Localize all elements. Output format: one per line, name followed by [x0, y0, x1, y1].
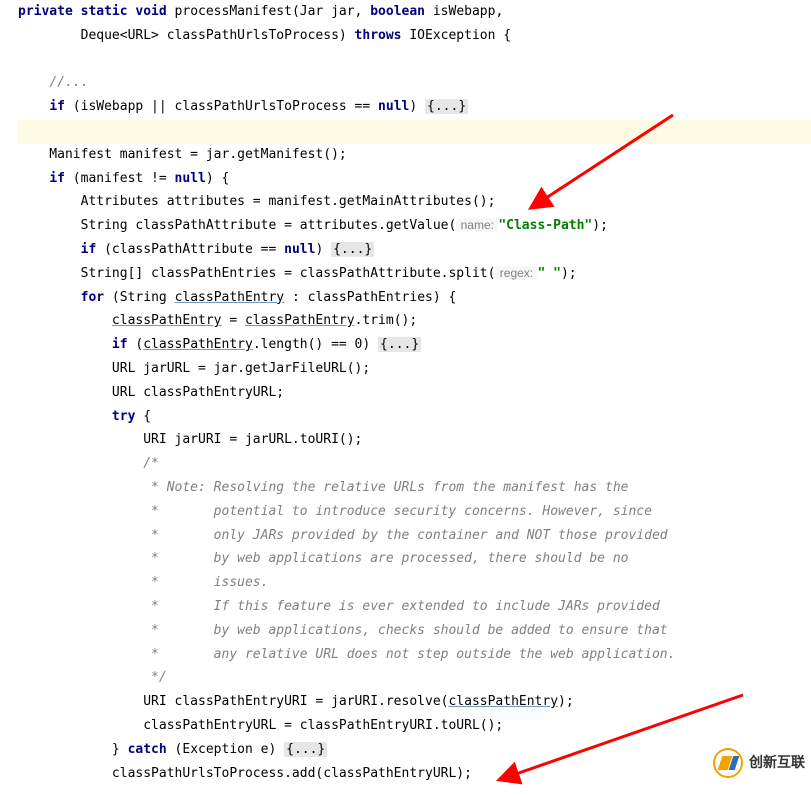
fold-marker[interactable]: {...} [425, 99, 468, 114]
code-line: * only JARs provided by the container an… [18, 528, 668, 543]
code-line: * Note: Resolving the relative URLs from… [18, 480, 628, 495]
code-line: for (String classPathEntry : classPathEn… [18, 290, 456, 305]
code-line: classPathEntry = classPathEntry.trim(); [18, 313, 417, 328]
code-line: URI jarURI = jarURL.toURI(); [18, 432, 362, 447]
param-hint: name: [456, 218, 498, 232]
code-line: * If this feature is ever extended to in… [18, 599, 660, 614]
code-line: * by web applications are processed, the… [18, 551, 628, 566]
code-line: classPathUrlsToProcess.add(classPathEntr… [18, 766, 472, 781]
code-line: } catch (Exception e) {...} [18, 742, 327, 757]
code-line: try { [18, 409, 151, 424]
fold-marker[interactable]: {...} [378, 337, 421, 352]
code-line: String[] classPathEntries = classPathAtt… [18, 266, 577, 281]
param-hint: regex: [495, 266, 537, 280]
fold-marker[interactable]: {...} [284, 742, 327, 757]
code-line: Manifest manifest = jar.getManifest(); [18, 147, 347, 162]
code-line: classPathEntryURL = classPathEntryURI.to… [18, 718, 503, 733]
code-line: * issues. [18, 575, 268, 590]
code-line: */ [18, 670, 167, 685]
code-line: * by web applications, checks should be … [18, 623, 668, 638]
code-line: if (isWebapp || classPathUrlsToProcess =… [18, 99, 468, 114]
code-line: URI classPathEntryURI = jarURI.resolve(c… [18, 694, 574, 709]
code-line: Attributes attributes = manifest.getMain… [18, 194, 495, 209]
code-line: URL jarURL = jar.getJarFileURL(); [18, 361, 370, 376]
code-line: * potential to introduce security concer… [18, 504, 652, 519]
code-line: * any relative URL does not step outside… [18, 647, 675, 662]
code-editor[interactable]: private static void processManifest(Jar … [18, 0, 811, 785]
code-line: String classPathAttribute = attributes.g… [18, 218, 608, 233]
code-line: if (manifest != null) { [18, 171, 229, 186]
code-line: if (classPathEntry.length() == 0) {...} [18, 337, 421, 352]
code-line: Deque<URL> classPathUrlsToProcess) throw… [18, 28, 511, 43]
code-line: private static void processManifest(Jar … [18, 4, 503, 19]
code-line: URL classPathEntryURL; [18, 385, 284, 400]
code-line: if (classPathAttribute == null) {...} [18, 242, 374, 257]
code-line: /* [18, 456, 159, 471]
code-line: //... [18, 75, 88, 90]
fold-marker[interactable]: {...} [331, 242, 374, 257]
